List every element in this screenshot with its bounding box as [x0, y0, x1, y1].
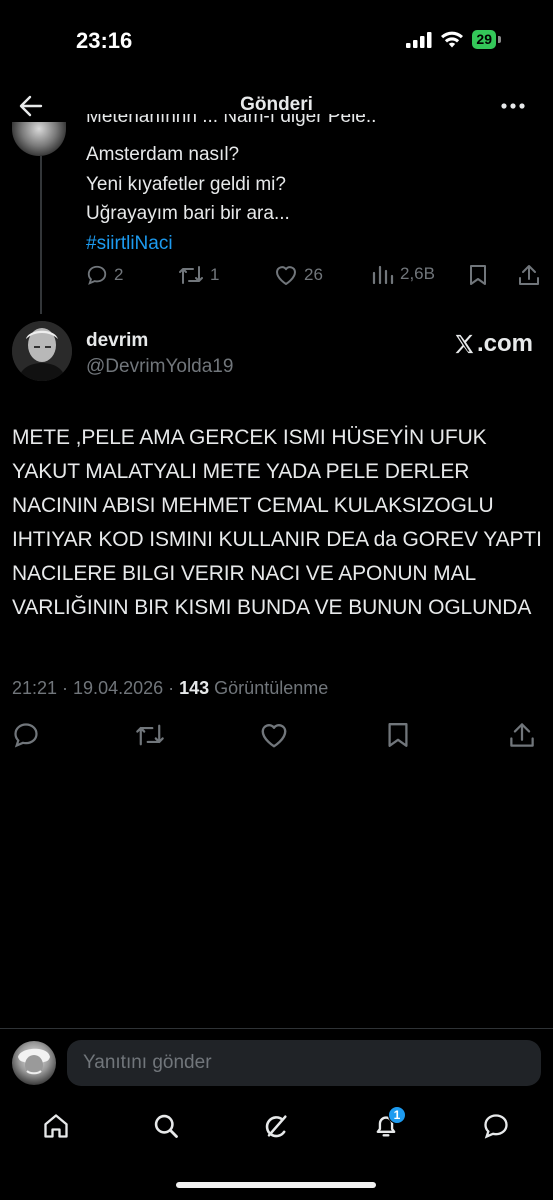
tab-messages[interactable]: [476, 1104, 516, 1148]
reply-button[interactable]: [11, 720, 41, 750]
status-icons: 29: [406, 30, 501, 49]
tab-home[interactable]: [36, 1104, 76, 1148]
x-source-label: .com: [453, 330, 533, 358]
tab-search[interactable]: [146, 1104, 186, 1148]
author-avatar[interactable]: [12, 321, 72, 381]
reply-divider: [0, 1028, 553, 1029]
home-icon: [44, 1114, 68, 1138]
tweet-actions: [0, 720, 553, 754]
views-count: 2,6B: [400, 264, 435, 283]
avatar-photo: [12, 321, 72, 381]
reply-icon: [87, 265, 107, 285]
previous-tweet-line: Yeni kıyafetler geldi mi?: [86, 173, 286, 195]
previous-tweet-line: Uğrayayım bari bir ara...: [86, 203, 290, 224]
views-count-bold: 143: [179, 678, 210, 698]
share-button[interactable]: [507, 720, 537, 750]
current-user-photo: [18, 1048, 50, 1075]
author-display-name[interactable]: devrim: [86, 330, 148, 352]
battery-indicator: 29: [472, 30, 496, 49]
battery-cap: [498, 36, 501, 43]
previous-tweet-line: Amsterdam nasıl?: [86, 144, 240, 165]
previous-tweet-cut-line: Metehanınnn ... Nam-ı diğer Pele..: [86, 114, 377, 127]
heart-icon: [276, 266, 296, 285]
chat-bubble-icon: [484, 1114, 508, 1139]
share-icon: [510, 723, 534, 747]
bookmark-icon: [470, 265, 486, 285]
previous-tweet-text: Metehanınnn ... Nam-ı diğer Pele.. Amste…: [86, 114, 526, 258]
views-action[interactable]: 2,6B: [372, 264, 435, 284]
reply-input[interactable]: [67, 1040, 541, 1086]
status-time: 23:16: [76, 28, 133, 53]
cellular-signal-icon: [406, 31, 432, 48]
x-logo-icon: [455, 334, 474, 354]
analytics-icon: [372, 265, 394, 284]
reply-count: 2: [114, 265, 124, 284]
wifi-icon: [441, 31, 464, 48]
search-icon: [154, 1114, 178, 1138]
tab-notifications[interactable]: 1: [366, 1104, 406, 1148]
tweet-body: METE ,PELE AMA GERCEK ISMI HÜSEYİN UFUK …: [12, 426, 542, 620]
notification-badge: 1: [388, 1106, 406, 1124]
previous-tweet-actions: 2 1 26 2,6B: [86, 264, 541, 292]
bookmark-action[interactable]: [468, 264, 488, 286]
reply-action[interactable]: 2: [86, 264, 123, 286]
repost-count: 1: [210, 265, 220, 284]
share-action[interactable]: [518, 264, 540, 286]
thread-line: [40, 156, 42, 314]
more-horizontal-icon: [501, 103, 525, 109]
home-indicator[interactable]: [176, 1182, 376, 1188]
tweet-timestamp[interactable]: 21:21 · 19.04.2026 ·: [12, 678, 179, 698]
like-button[interactable]: [259, 720, 289, 750]
author-handle[interactable]: @DevrimYolda19: [86, 356, 233, 378]
bookmark-button[interactable]: [383, 720, 413, 750]
more-options-button[interactable]: [499, 96, 527, 116]
x-source-text: .com: [476, 330, 533, 357]
bottom-tabbar: 1: [0, 1104, 553, 1154]
hashtag-link[interactable]: #siirtliNaci: [86, 229, 526, 259]
grok-icon: [265, 1115, 287, 1138]
repost-icon: [179, 266, 203, 284]
tab-grok[interactable]: [256, 1104, 296, 1148]
views-label: Görüntülenme: [209, 678, 329, 698]
repost-button[interactable]: [135, 720, 165, 750]
heart-icon: [261, 724, 287, 748]
previous-tweet-avatar[interactable]: [12, 122, 66, 156]
share-icon: [519, 265, 539, 285]
current-user-avatar[interactable]: [12, 1041, 56, 1085]
repost-icon: [136, 724, 164, 746]
repost-action[interactable]: 1: [178, 264, 219, 286]
bookmark-icon: [388, 723, 408, 747]
tweet-meta: 21:21 · 19.04.2026 · 143 Görüntülenme: [12, 678, 328, 699]
like-count: 26: [304, 265, 323, 284]
like-action[interactable]: 26: [274, 264, 323, 286]
page-title: Gönderi: [240, 94, 313, 115]
reply-icon: [14, 723, 38, 748]
